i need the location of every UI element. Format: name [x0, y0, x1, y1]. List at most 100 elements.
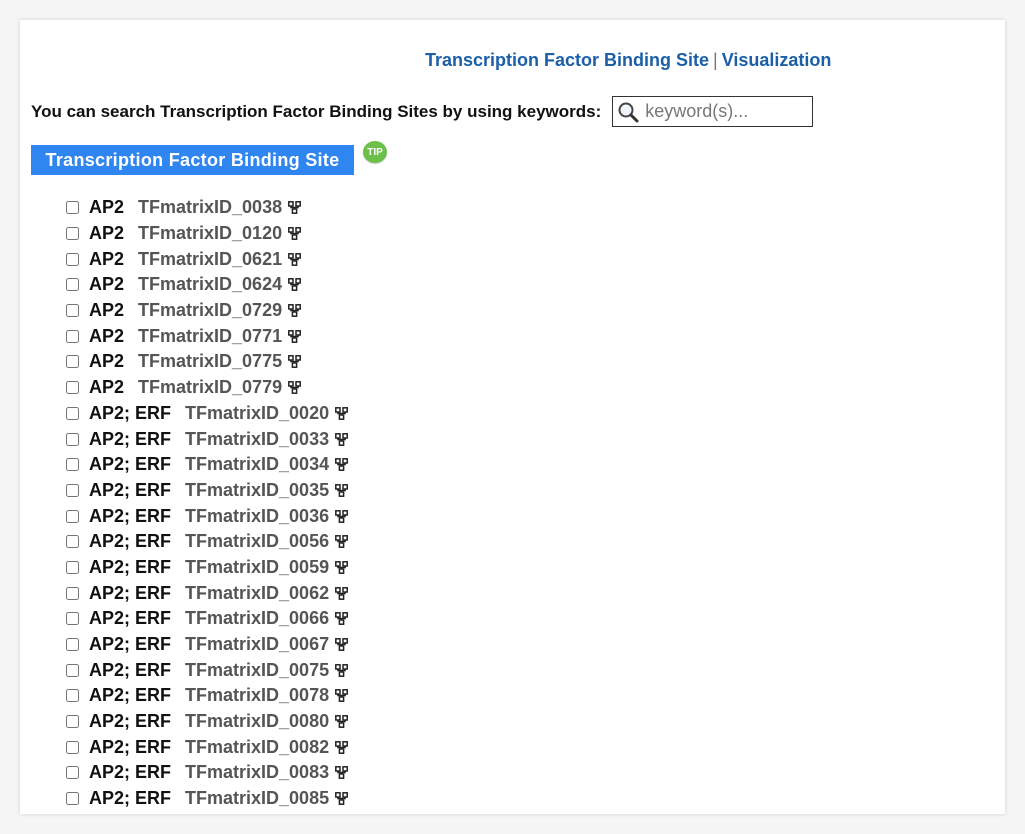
search-input[interactable] [643, 100, 808, 123]
tree-structure-icon[interactable] [335, 715, 349, 729]
list-item: AP2; ERF TFmatrixID_0066 [66, 606, 349, 632]
tf-matrix-id[interactable]: TFmatrixID_0085 [185, 788, 329, 809]
tf-matrix-id[interactable]: TFmatrixID_0771 [138, 326, 282, 347]
tree-structure-icon[interactable] [335, 535, 349, 549]
list-item: AP2; ERF TFmatrixID_0034 [66, 452, 349, 478]
tree-structure-icon[interactable] [335, 612, 349, 626]
row-checkbox[interactable] [66, 689, 79, 703]
tree-structure-icon[interactable] [335, 483, 349, 497]
tf-matrix-id[interactable]: TFmatrixID_0020 [185, 403, 329, 424]
tree-structure-icon[interactable] [335, 766, 349, 780]
tf-matrix-id[interactable]: TFmatrixID_0056 [185, 531, 329, 552]
row-checkbox[interactable] [66, 252, 79, 266]
tree-structure-icon[interactable] [335, 740, 349, 754]
tree-structure-icon[interactable] [335, 406, 349, 420]
row-checkbox[interactable] [66, 329, 79, 343]
row-checkbox[interactable] [66, 406, 79, 420]
tf-family: AP2; ERF [89, 454, 172, 475]
top-nav: Transcription Factor Binding Site | Visual… [425, 50, 831, 71]
row-checkbox[interactable] [66, 560, 79, 574]
list-item: AP2; ERF TFmatrixID_0083 [66, 760, 349, 786]
tf-family: AP2; ERF [89, 402, 172, 423]
tf-family: AP2; ERF [89, 428, 172, 449]
tree-structure-icon[interactable] [335, 458, 349, 472]
list-item: AP2; ERF TFmatrixID_0067 [66, 632, 349, 658]
tf-matrix-id[interactable]: TFmatrixID_0082 [185, 737, 329, 758]
nav-link-tfbs[interactable]: Transcription Factor Binding Site [425, 50, 709, 70]
row-checkbox[interactable] [66, 355, 79, 369]
row-checkbox[interactable] [66, 740, 79, 754]
row-checkbox[interactable] [66, 638, 79, 652]
tf-matrix-id[interactable]: TFmatrixID_0729 [138, 300, 282, 321]
tf-matrix-id[interactable]: TFmatrixID_0034 [185, 454, 329, 475]
tf-matrix-id[interactable]: TFmatrixID_0775 [138, 351, 282, 372]
row-checkbox[interactable] [66, 483, 79, 497]
tree-structure-icon[interactable] [288, 201, 302, 215]
row-checkbox[interactable] [66, 304, 79, 318]
row-checkbox[interactable] [66, 278, 79, 292]
tree-structure-icon[interactable] [335, 432, 349, 446]
row-checkbox[interactable] [66, 792, 79, 806]
list-item: AP2; ERF TFmatrixID_0033 [66, 426, 349, 452]
row-checkbox[interactable] [66, 586, 79, 600]
tf-family: AP2; ERF [89, 582, 172, 603]
tf-matrix-id[interactable]: TFmatrixID_0066 [185, 608, 329, 629]
list-item: AP2 TFmatrixID_0779 [66, 375, 348, 401]
tf-matrix-id[interactable]: TFmatrixID_0035 [185, 480, 329, 501]
tf-family: AP2; ERF [89, 788, 172, 809]
list-item: AP2; ERF TFmatrixID_0036 [66, 503, 349, 529]
search-label: You can search Transcription Factor Bind… [31, 101, 602, 121]
tree-structure-icon[interactable] [335, 689, 349, 703]
row-checkbox[interactable] [66, 509, 79, 523]
tf-matrix-id[interactable]: TFmatrixID_0779 [138, 377, 282, 398]
tf-matrix-id[interactable]: TFmatrixID_0624 [138, 274, 282, 295]
row-checkbox[interactable] [66, 663, 79, 677]
tf-family: AP2; ERF [89, 685, 172, 706]
tree-structure-icon[interactable] [288, 355, 302, 369]
tip-badge[interactable]: TIP [363, 141, 387, 163]
row-checkbox[interactable] [66, 612, 79, 626]
tree-structure-icon[interactable] [288, 329, 302, 343]
nav-link-visualization[interactable]: Visualization [722, 50, 832, 70]
tree-structure-icon[interactable] [335, 586, 349, 600]
tf-list: AP2 TFmatrixID_0038 AP2 TFmatrixID_0120 [66, 195, 349, 812]
tree-structure-icon[interactable] [335, 792, 349, 806]
tf-matrix-id[interactable]: TFmatrixID_0033 [185, 429, 329, 450]
tf-matrix-id[interactable]: TFmatrixID_0036 [185, 506, 329, 527]
tree-structure-icon[interactable] [288, 381, 302, 395]
tree-structure-icon[interactable] [288, 227, 302, 240]
list-item: AP2 TFmatrixID_0729 [66, 298, 348, 324]
tree-structure-icon[interactable] [335, 509, 349, 523]
tree-structure-icon[interactable] [335, 663, 349, 677]
list-item: AP2 TFmatrixID_0621 [66, 246, 348, 272]
tree-structure-icon[interactable] [288, 278, 302, 292]
tf-matrix-id[interactable]: TFmatrixID_0621 [138, 249, 282, 270]
row-checkbox[interactable] [66, 458, 79, 472]
tf-family: AP2; ERF [89, 711, 172, 732]
tf-matrix-id[interactable]: TFmatrixID_0120 [138, 223, 282, 244]
tf-matrix-id[interactable]: TFmatrixID_0078 [185, 685, 329, 706]
row-checkbox[interactable] [66, 381, 79, 395]
tf-matrix-id[interactable]: TFmatrixID_0059 [185, 557, 329, 578]
tf-matrix-id[interactable]: TFmatrixID_0080 [185, 711, 329, 732]
tf-family: AP2 [89, 351, 125, 372]
tree-structure-icon[interactable] [288, 304, 302, 318]
tree-structure-icon[interactable] [335, 638, 349, 651]
row-checkbox[interactable] [66, 535, 79, 549]
row-checkbox[interactable] [66, 432, 79, 446]
row-checkbox[interactable] [66, 715, 79, 729]
tf-matrix-id[interactable]: TFmatrixID_0062 [185, 583, 329, 604]
tfbs-section-button[interactable]: Transcription Factor Binding Site [31, 145, 354, 175]
tf-matrix-id[interactable]: TFmatrixID_0067 [185, 634, 329, 655]
list-item: AP2; ERF TFmatrixID_0062 [66, 580, 349, 606]
tf-matrix-id[interactable]: TFmatrixID_0075 [185, 660, 329, 681]
row-checkbox[interactable] [66, 201, 79, 215]
tree-structure-icon[interactable] [335, 561, 349, 574]
search-box[interactable] [612, 96, 814, 127]
tf-family: AP2; ERF [89, 736, 172, 757]
tf-matrix-id[interactable]: TFmatrixID_0038 [138, 197, 282, 218]
row-checkbox[interactable] [66, 766, 79, 780]
tree-structure-icon[interactable] [288, 252, 302, 266]
row-checkbox[interactable] [66, 227, 79, 241]
tf-matrix-id[interactable]: TFmatrixID_0083 [185, 762, 329, 783]
